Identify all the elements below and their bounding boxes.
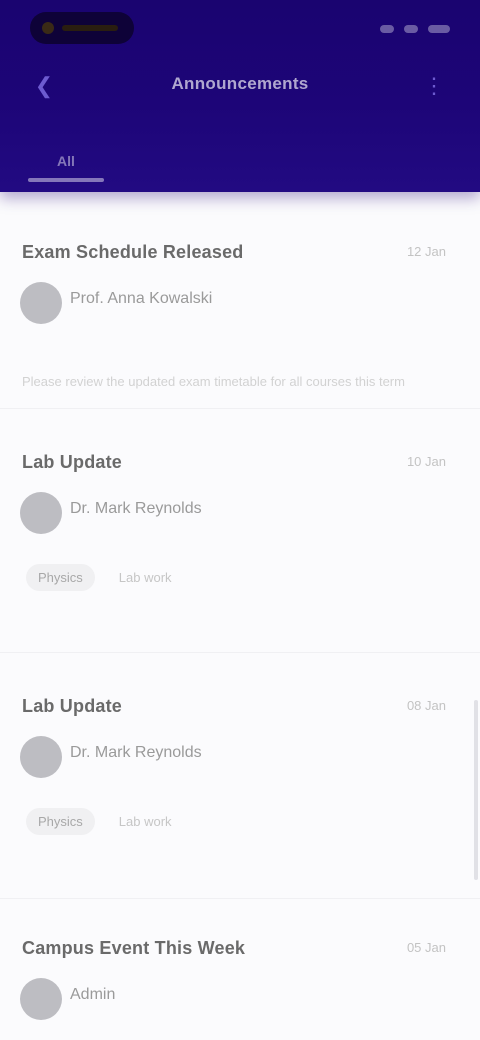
status-dot-icon (42, 22, 54, 34)
tag-row: Physics Lab work (26, 564, 176, 591)
divider (0, 898, 480, 899)
card-title: Lab Update (22, 452, 123, 472)
tag-chip[interactable]: Physics (26, 564, 95, 591)
tag-chip[interactable]: Lab work (115, 808, 176, 835)
status-pill (30, 12, 134, 44)
card-date: 10 Jan (406, 454, 446, 469)
more-vertical-icon: ⋮ (423, 73, 445, 98)
card-title: Exam Schedule Released (22, 242, 244, 262)
app-screen: ❮ Announcements ⋮ All Exam Schedule Rele… (0, 0, 480, 1040)
more-options-button[interactable]: ⋮ (414, 66, 454, 106)
tag-row: Physics Lab work (26, 808, 176, 835)
wifi-icon (404, 25, 418, 33)
announcement-card[interactable]: Lab Update 08 Jan Dr. Mark Reynolds Phys… (0, 696, 480, 856)
status-indicator (62, 25, 118, 31)
announcement-card[interactable]: Exam Schedule Released 12 Jan Prof. Anna… (0, 242, 480, 392)
app-header: ❮ Announcements ⋮ All (0, 0, 480, 192)
card-title: Lab Update (22, 696, 123, 716)
status-bar (0, 0, 480, 56)
arrow-left-icon: ❮ (34, 73, 54, 98)
card-author: Prof. Anna Kowalski (70, 290, 213, 307)
card-date: 05 Jan (406, 940, 446, 955)
tag-chip[interactable]: Lab work (115, 564, 176, 591)
avatar (20, 978, 62, 1020)
divider (0, 408, 480, 409)
card-date: 12 Jan (406, 244, 446, 259)
avatar (20, 282, 62, 324)
card-title: Campus Event This Week (22, 938, 246, 958)
avatar (20, 492, 62, 534)
card-author: Dr. Mark Reynolds (70, 744, 202, 761)
scrollbar-thumb[interactable] (474, 700, 478, 880)
status-icons (380, 20, 450, 38)
battery-icon (428, 25, 450, 33)
card-author: Admin (70, 986, 116, 1003)
back-button[interactable]: ❮ (24, 66, 64, 106)
page-title: Announcements (171, 74, 309, 93)
divider (0, 652, 480, 653)
announcement-card[interactable]: Lab Update 10 Jan Dr. Mark Reynolds Phys… (0, 452, 480, 612)
signal-icon (380, 25, 394, 33)
announcement-card[interactable]: Campus Event This Week 05 Jan Admin (0, 938, 480, 1040)
card-preview: Please review the updated exam timetable… (22, 374, 405, 389)
tag-chip[interactable]: Physics (26, 808, 95, 835)
avatar (20, 736, 62, 778)
card-author: Dr. Mark Reynolds (70, 500, 202, 517)
tab-all[interactable]: All (24, 146, 108, 182)
card-date: 08 Jan (406, 698, 446, 713)
